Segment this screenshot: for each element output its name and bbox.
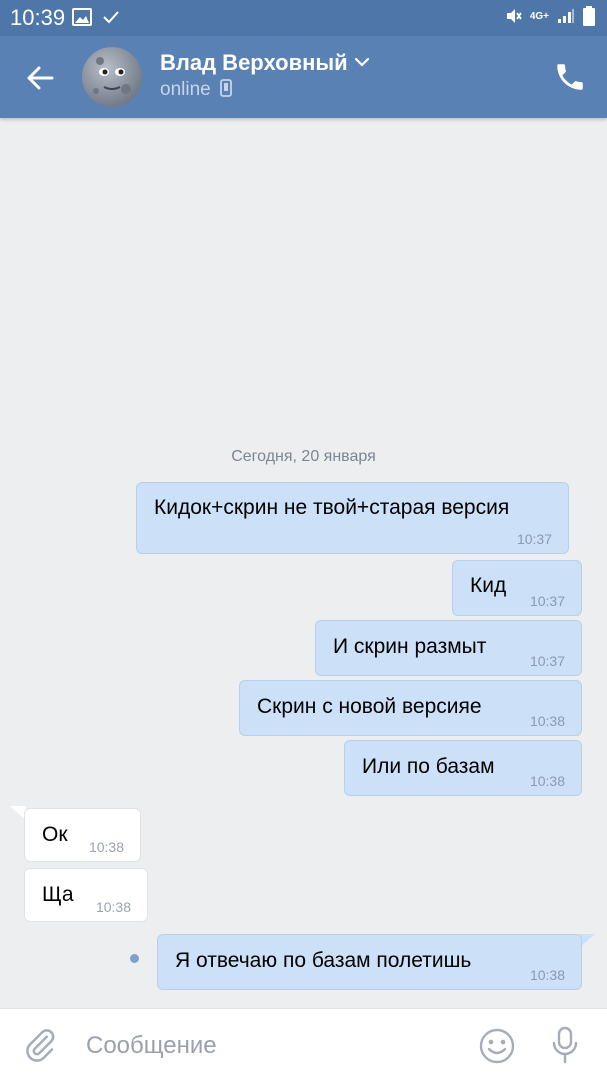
emoji-icon [479, 1028, 515, 1064]
message-outgoing[interactable]: Я отвечаю по базам полетишь 10:38 [157, 934, 582, 990]
message-time: 10:38 [88, 839, 124, 855]
status-bar: 10:39 4G+ [0, 0, 607, 36]
message-text: И скрин размыт [333, 635, 487, 658]
message-outgoing[interactable]: Или по базам 10:38 [344, 740, 582, 796]
message-outgoing[interactable]: Скрин с новой версияе 10:38 [239, 680, 582, 736]
moon-face-icon [93, 57, 131, 94]
network-type: 4G+ [529, 10, 549, 22]
avatar[interactable] [82, 47, 142, 107]
mobile-icon [220, 79, 232, 97]
mute-icon [506, 9, 522, 23]
signal-icon [558, 9, 574, 23]
contact-status: online [160, 79, 232, 101]
unread-indicator [130, 954, 139, 963]
microphone-icon [552, 1026, 578, 1064]
message-time: 10:37 [516, 531, 552, 547]
emoji-button[interactable] [478, 1027, 516, 1070]
status-text: online [160, 79, 211, 100]
chat-header: Влад Верховный online [0, 36, 607, 118]
attach-button[interactable] [22, 1027, 58, 1068]
status-time: 10:39 [10, 5, 66, 30]
message-time: 10:38 [529, 967, 565, 983]
message-outgoing[interactable]: И скрин размыт 10:37 [315, 620, 582, 676]
call-button[interactable] [553, 60, 587, 94]
message-text: Ок [42, 823, 68, 846]
composer [0, 1008, 607, 1081]
message-text: Я отвечаю по базам полетишь [175, 949, 472, 972]
back-button[interactable] [20, 58, 60, 98]
message-text: Кид [470, 574, 507, 597]
message-text: Скрин с новой версияе [257, 695, 482, 718]
check-icon [103, 11, 119, 24]
message-outgoing[interactable]: Кид 10:37 [452, 560, 582, 616]
message-time: 10:37 [529, 653, 565, 669]
paperclip-icon [26, 1029, 55, 1062]
chevron-down-icon[interactable] [354, 56, 370, 68]
message-time: 10:38 [529, 773, 565, 789]
contact-name[interactable]: Влад Верховный [160, 50, 348, 76]
message-text: Кидок+скрин не твой+старая версия [154, 496, 510, 519]
message-text: Или по базам [362, 755, 495, 778]
message-input[interactable] [84, 1027, 448, 1065]
message-time: 10:37 [529, 593, 565, 609]
back-arrow-icon [27, 66, 54, 90]
voice-button[interactable] [548, 1025, 582, 1070]
message-incoming[interactable]: Ок 10:38 [24, 808, 141, 862]
date-separator: Сегодня, 20 января [231, 448, 376, 465]
message-outgoing[interactable]: Кидок+скрин не твой+старая версия 10:37 [136, 482, 569, 554]
message-text: Ща [42, 883, 74, 906]
message-incoming[interactable]: Ща 10:38 [24, 868, 148, 922]
phone-icon [557, 64, 583, 90]
message-time: 10:38 [529, 713, 565, 729]
image-icon [72, 8, 92, 26]
message-time: 10:38 [95, 899, 131, 915]
battery-icon [583, 6, 595, 26]
